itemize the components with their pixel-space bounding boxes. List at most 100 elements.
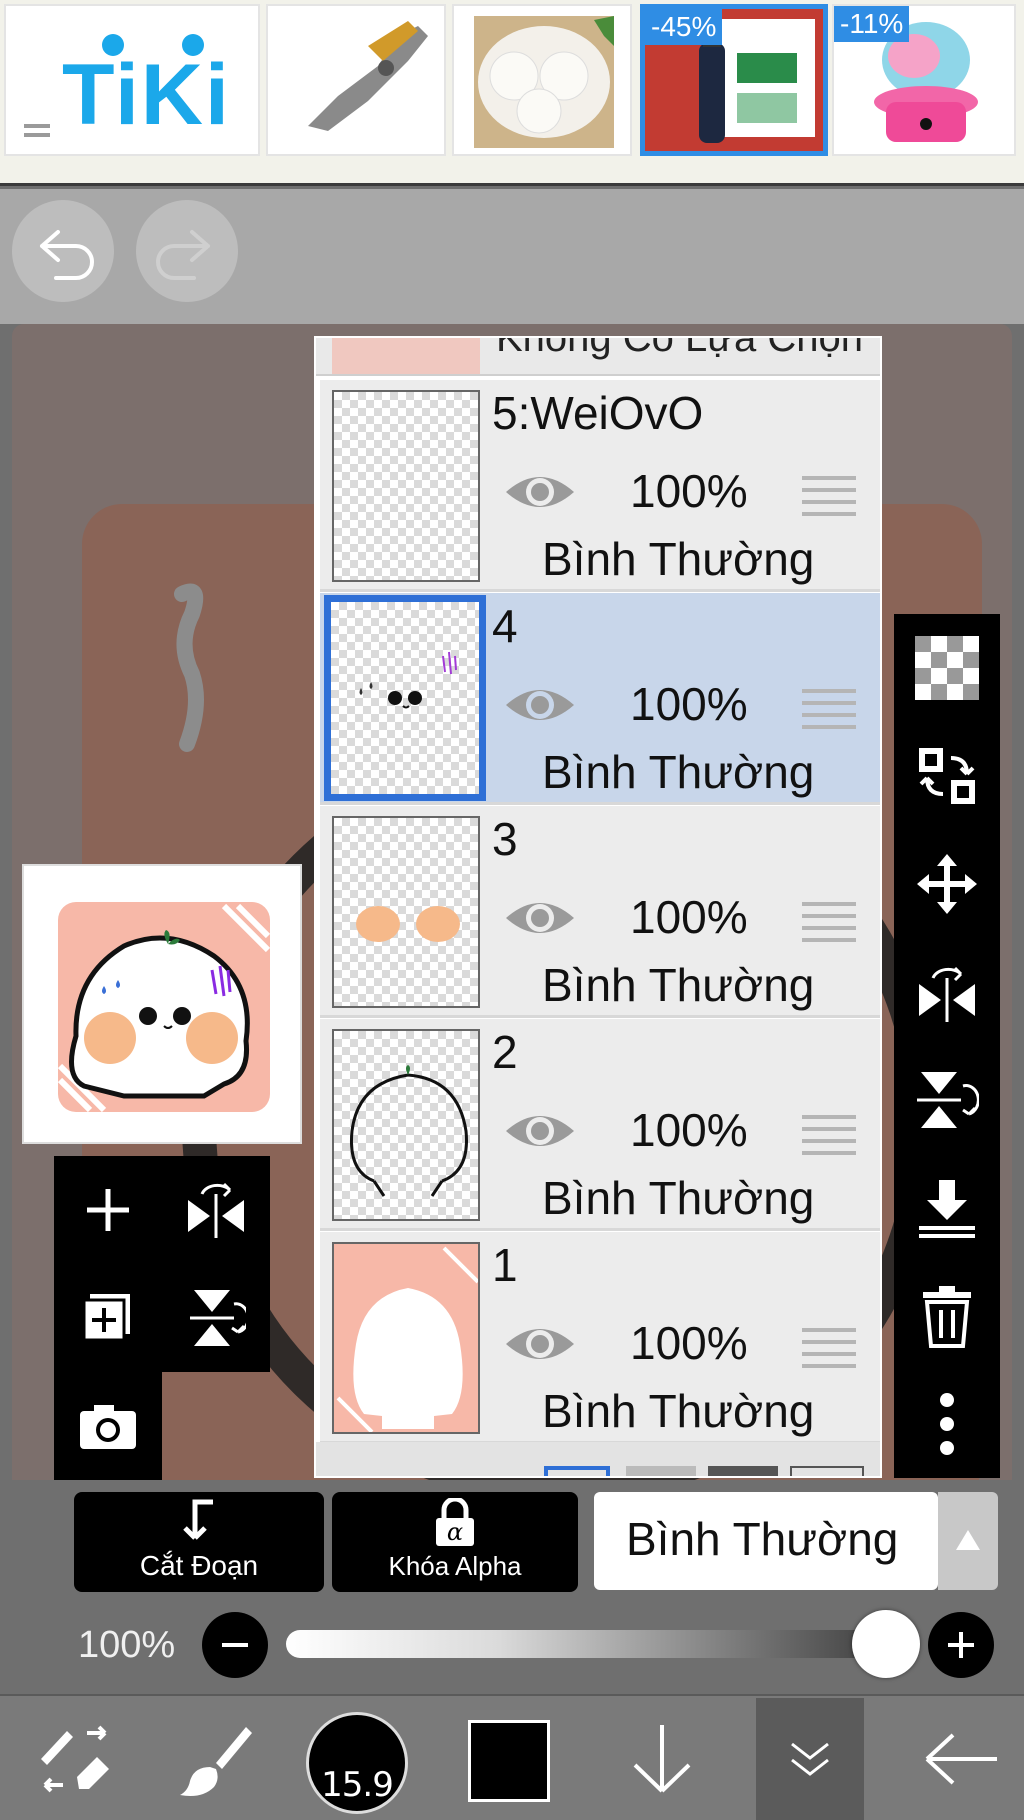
back-button[interactable] <box>906 1700 1016 1818</box>
opacity-decrease-button[interactable] <box>202 1612 268 1678</box>
plus-icon <box>948 1632 974 1658</box>
layer-name: 3 <box>492 813 518 865</box>
buns-image <box>474 16 614 148</box>
flip-horizontal-button[interactable] <box>894 938 1000 1046</box>
alpha-lock-label: Khóa Alpha <box>388 1551 522 1581</box>
layer-row-3[interactable]: 3 100% Bình Thường <box>320 806 880 1018</box>
svg-text:α: α <box>447 1518 463 1546</box>
layer-panel[interactable]: Không Có Lựa Chọn 5:WeiOvO 100% Bình Thư… <box>314 336 882 1478</box>
layer-opacity: 100% <box>630 1104 748 1156</box>
swap-icon <box>919 748 975 804</box>
eye-icon[interactable] <box>502 1107 578 1155</box>
copy-layer-icon <box>82 1294 130 1342</box>
merge-down-icon <box>919 1180 975 1238</box>
transparency-toggle-button[interactable] <box>894 614 1000 722</box>
layer-row-2[interactable]: 2 100% Bình Thường <box>320 1019 880 1231</box>
opacity-value-label: 100% <box>78 1624 176 1666</box>
canvas-squiggle-decoration <box>174 583 204 752</box>
flip-vertical-button[interactable] <box>894 1046 1000 1154</box>
brush-size-value: 15.9 <box>321 1765 394 1805</box>
layer-panel-footer <box>316 1442 880 1476</box>
move-layer-button[interactable] <box>894 830 1000 938</box>
more-options-button[interactable] <box>894 1370 1000 1478</box>
discount-badge: -11% <box>834 6 910 42</box>
add-layer-button[interactable] <box>54 1156 162 1264</box>
paper-color-swatch-dark[interactable] <box>708 1466 778 1476</box>
blend-mode-value: Bình Thường <box>626 1513 899 1565</box>
undo-button[interactable] <box>12 200 114 302</box>
minus-icon <box>222 1643 248 1647</box>
flip-vertical-icon <box>190 1290 246 1346</box>
ad-menu-icon[interactable] <box>24 124 50 138</box>
eye-icon[interactable] <box>502 468 578 516</box>
triangle-up-icon <box>956 1530 980 1550</box>
arrow-left-icon <box>925 1733 997 1785</box>
swap-layer-button[interactable] <box>894 722 1000 830</box>
layer-blend-mode: Bình Thường <box>542 959 815 1011</box>
undo-icon <box>40 230 94 280</box>
ad-product-buns[interactable] <box>452 4 632 156</box>
preview-artwork <box>57 902 271 1113</box>
ad-brand-logo: TiKi <box>62 47 231 143</box>
layer-blend-mode: Bình Thường <box>542 533 815 585</box>
drag-handle-icon[interactable] <box>802 1115 856 1155</box>
eye-icon[interactable] <box>502 894 578 942</box>
drag-handle-icon[interactable] <box>802 689 856 729</box>
layer-row-4[interactable]: 4 100% Bình Thường <box>320 593 880 805</box>
camera-button[interactable] <box>54 1372 162 1480</box>
color-picker-button[interactable] <box>468 1720 550 1802</box>
camera-icon <box>80 1405 136 1449</box>
layer-actions-toolbar <box>894 614 1000 1478</box>
layer-row-1[interactable]: 1 100% Bình Thường <box>320 1232 880 1444</box>
brush-icon <box>180 1727 252 1796</box>
layer-opacity: 100% <box>630 465 748 517</box>
drag-handle-icon[interactable] <box>802 902 856 942</box>
opacity-slider[interactable] <box>286 1630 892 1658</box>
paper-color-swatch-gray[interactable] <box>626 1466 696 1476</box>
download-arrow-button[interactable] <box>612 1700 712 1818</box>
layer-panel-top-row[interactable]: Không Có Lựa Chọn <box>316 338 880 376</box>
redo-icon <box>156 230 210 280</box>
canvas-preview[interactable] <box>22 864 302 1144</box>
trash-icon <box>923 1286 971 1348</box>
layer-row-5[interactable]: 5:WeiOvO 100% Bình Thường <box>320 380 880 592</box>
paper-color-swatch-transparent[interactable] <box>790 1466 864 1476</box>
flip-horizontal-icon <box>919 966 975 1022</box>
brush-tool-button[interactable] <box>166 1700 266 1818</box>
arrow-down-icon <box>633 1725 691 1793</box>
lock-icon: α <box>436 1498 474 1546</box>
layer-thumbnail <box>324 595 486 801</box>
brush-eraser-switch-icon <box>41 1725 109 1793</box>
discount-badge: -45% <box>645 9 723 45</box>
eye-icon[interactable] <box>502 681 578 729</box>
tool-switch-button[interactable] <box>18 1700 128 1818</box>
drag-handle-icon[interactable] <box>802 1328 856 1368</box>
layers-panel-button[interactable] <box>756 1698 864 1820</box>
brush-size-button[interactable]: 15.9 <box>306 1712 408 1814</box>
ad-banner[interactable]: TiKi -45% -11% <box>0 0 1024 186</box>
layer-name: 1 <box>492 1239 518 1291</box>
blend-mode-select[interactable]: Bình Thường <box>594 1492 938 1590</box>
merge-down-button[interactable] <box>894 1154 1000 1262</box>
layer-thumbnail <box>332 816 480 1008</box>
clipping-button[interactable]: Cắt Đoạn <box>74 1492 324 1592</box>
delete-layer-button[interactable] <box>894 1262 1000 1370</box>
ad-product-candy-machine[interactable]: -11% <box>832 4 1016 156</box>
checkerboard-icon <box>915 636 979 700</box>
eye-icon[interactable] <box>502 1320 578 1368</box>
ad-brand-tile[interactable]: TiKi <box>4 4 260 156</box>
drag-handle-icon[interactable] <box>802 476 856 516</box>
copy-layer-button[interactable] <box>54 1264 162 1372</box>
opacity-increase-button[interactable] <box>928 1612 994 1678</box>
flip-layer-horizontal-button[interactable] <box>162 1156 270 1264</box>
blend-mode-dropdown-button[interactable] <box>938 1492 998 1590</box>
ad-product-pliers[interactable] <box>266 4 446 156</box>
plus-icon <box>87 1189 129 1231</box>
redo-button[interactable] <box>136 200 238 302</box>
alpha-lock-button[interactable]: α Khóa Alpha <box>332 1492 578 1592</box>
opacity-slider-thumb[interactable] <box>852 1610 920 1678</box>
layer-name: 4 <box>492 600 518 652</box>
flip-layer-vertical-button[interactable] <box>162 1264 270 1372</box>
paper-color-swatch-white[interactable] <box>544 1466 610 1476</box>
ad-product-thermos[interactable]: -45% <box>640 4 828 156</box>
